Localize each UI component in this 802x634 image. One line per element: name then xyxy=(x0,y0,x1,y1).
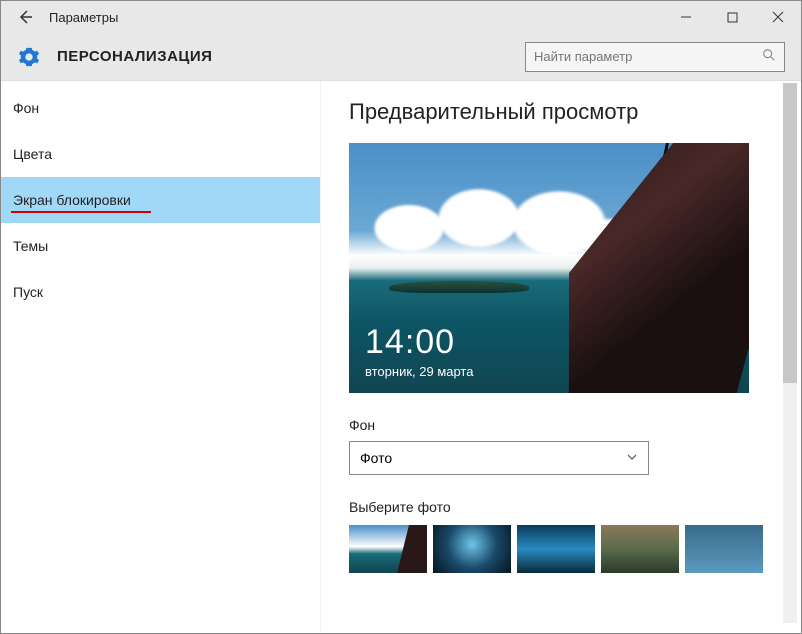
photo-thumb[interactable] xyxy=(349,525,427,573)
dropdown-value: Фото xyxy=(360,450,626,466)
scrollbar-thumb[interactable] xyxy=(783,83,797,383)
search-box[interactable] xyxy=(525,42,785,72)
back-button[interactable] xyxy=(9,1,41,33)
sidebar-item-colors[interactable]: Цвета xyxy=(1,131,320,177)
lockscreen-info: 14:00 вторник, 29 марта xyxy=(365,323,473,379)
sidebar-item-label: Пуск xyxy=(13,284,43,300)
preview-heading: Предварительный просмотр xyxy=(349,99,773,125)
sidebar-item-themes[interactable]: Темы xyxy=(1,223,320,269)
search-icon xyxy=(762,48,776,65)
maximize-button[interactable] xyxy=(709,1,755,33)
photo-thumbnails xyxy=(349,525,773,573)
preview-island xyxy=(389,281,529,293)
sidebar-item-label: Цвета xyxy=(13,146,52,162)
maximize-icon xyxy=(727,12,738,23)
close-icon xyxy=(772,11,784,23)
photo-thumb[interactable] xyxy=(433,525,511,573)
arrow-left-icon xyxy=(17,9,33,25)
sidebar-item-background[interactable]: Фон xyxy=(1,85,320,131)
header: ПЕРСОНАЛИЗАЦИЯ xyxy=(1,33,801,81)
sidebar: Фон Цвета Экран блокировки Темы Пуск xyxy=(1,81,321,633)
sidebar-item-label: Фон xyxy=(13,100,39,116)
minimize-icon xyxy=(680,11,692,23)
background-label: Фон xyxy=(349,417,773,433)
photo-thumb[interactable] xyxy=(601,525,679,573)
minimize-button[interactable] xyxy=(663,1,709,33)
choose-photo-label: Выберите фото xyxy=(349,499,773,515)
search-input[interactable] xyxy=(534,49,762,64)
sidebar-item-label: Темы xyxy=(13,238,48,254)
close-button[interactable] xyxy=(755,1,801,33)
lockscreen-time: 14:00 xyxy=(365,323,473,362)
chevron-down-icon xyxy=(626,451,638,466)
preview-wing xyxy=(599,143,749,393)
annotation-underline xyxy=(11,211,151,213)
lockscreen-date: вторник, 29 марта xyxy=(365,364,473,379)
gear-icon xyxy=(17,45,41,69)
titlebar: Параметры xyxy=(1,1,801,33)
sidebar-item-start[interactable]: Пуск xyxy=(1,269,320,315)
sidebar-item-label: Экран блокировки xyxy=(13,192,131,208)
photo-thumb[interactable] xyxy=(517,525,595,573)
lockscreen-preview: 14:00 вторник, 29 марта xyxy=(349,143,749,393)
sidebar-item-lockscreen[interactable]: Экран блокировки xyxy=(1,177,320,223)
background-dropdown[interactable]: Фото xyxy=(349,441,649,475)
category-heading: ПЕРСОНАЛИЗАЦИЯ xyxy=(57,48,212,65)
content-area: Предварительный просмотр 14:00 вторник, … xyxy=(321,81,801,633)
scrollbar-track[interactable] xyxy=(783,83,797,623)
window-title: Параметры xyxy=(49,10,118,25)
photo-thumb[interactable] xyxy=(685,525,763,573)
